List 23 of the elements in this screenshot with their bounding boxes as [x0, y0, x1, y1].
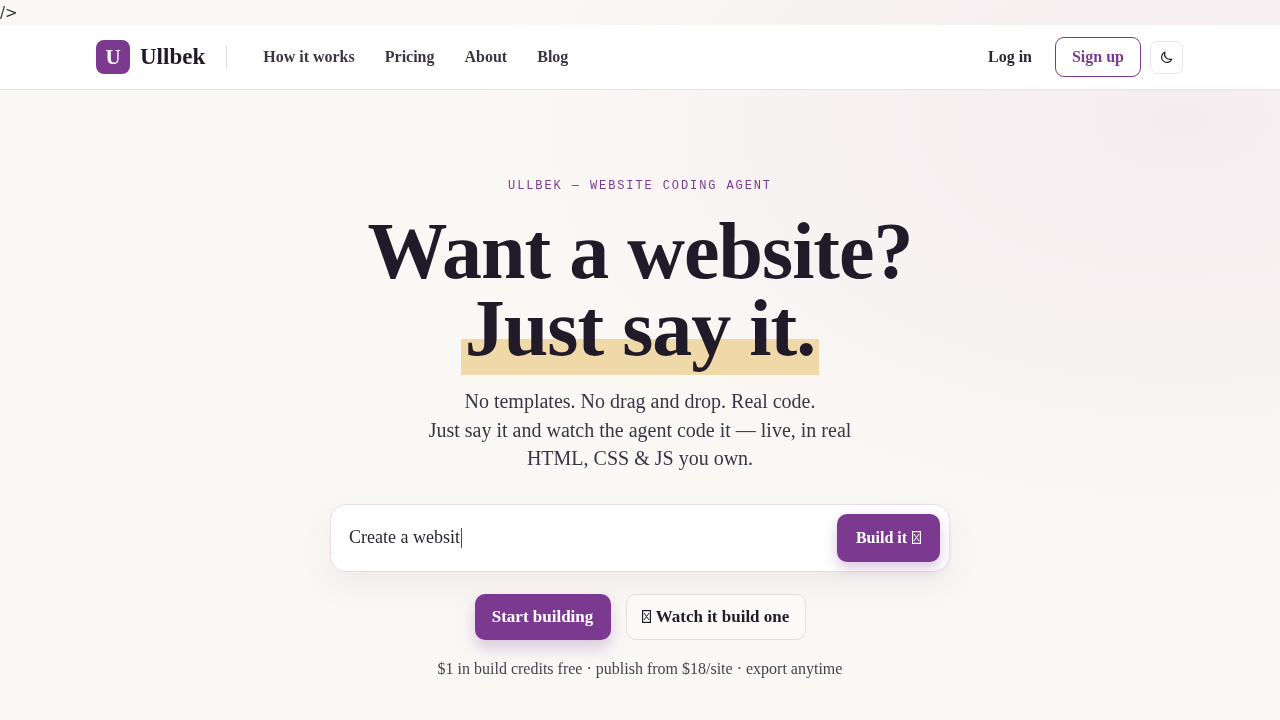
eyebrow-text: ULLBEK — WEBSITE CODING AGENT	[508, 178, 772, 194]
start-building-button[interactable]: Start building	[474, 593, 611, 640]
build-button[interactable]: Build it	[837, 513, 940, 562]
login-link[interactable]: Log in	[988, 48, 1032, 66]
missing-glyph-icon	[912, 531, 922, 544]
nav-link[interactable]: How it works	[263, 48, 355, 66]
description-text: No templates. No drag and drop. Real code. Just say it and watch the agent code it — live, in real HTML, CSS & JS you own.	[428, 389, 852, 472]
stray-text: />	[0, 4, 18, 22]
text-cursor-icon	[460, 527, 463, 548]
nav-link[interactable]: Blog	[537, 48, 569, 66]
signup-button[interactable]: Sign up	[1055, 37, 1141, 77]
logo-link[interactable]: U Ullbek	[96, 40, 206, 74]
pricing-note: $1 in build credits free · publish from $18/site · export anytime	[437, 658, 843, 679]
theme-toggle-button[interactable]	[1150, 40, 1183, 74]
logo-name: Ullbek	[140, 44, 206, 70]
missing-glyph-icon	[641, 610, 651, 623]
nav-link[interactable]: Pricing	[384, 48, 435, 66]
prompt-field[interactable]: Create a websit	[349, 517, 837, 558]
logo-mark: U	[96, 40, 130, 74]
watch-demo-button[interactable]: Watch it build one	[625, 593, 806, 640]
moon-icon	[1159, 49, 1174, 65]
headline: Want a website? Just say it.	[367, 213, 913, 377]
nav-link[interactable]: About	[464, 48, 508, 66]
